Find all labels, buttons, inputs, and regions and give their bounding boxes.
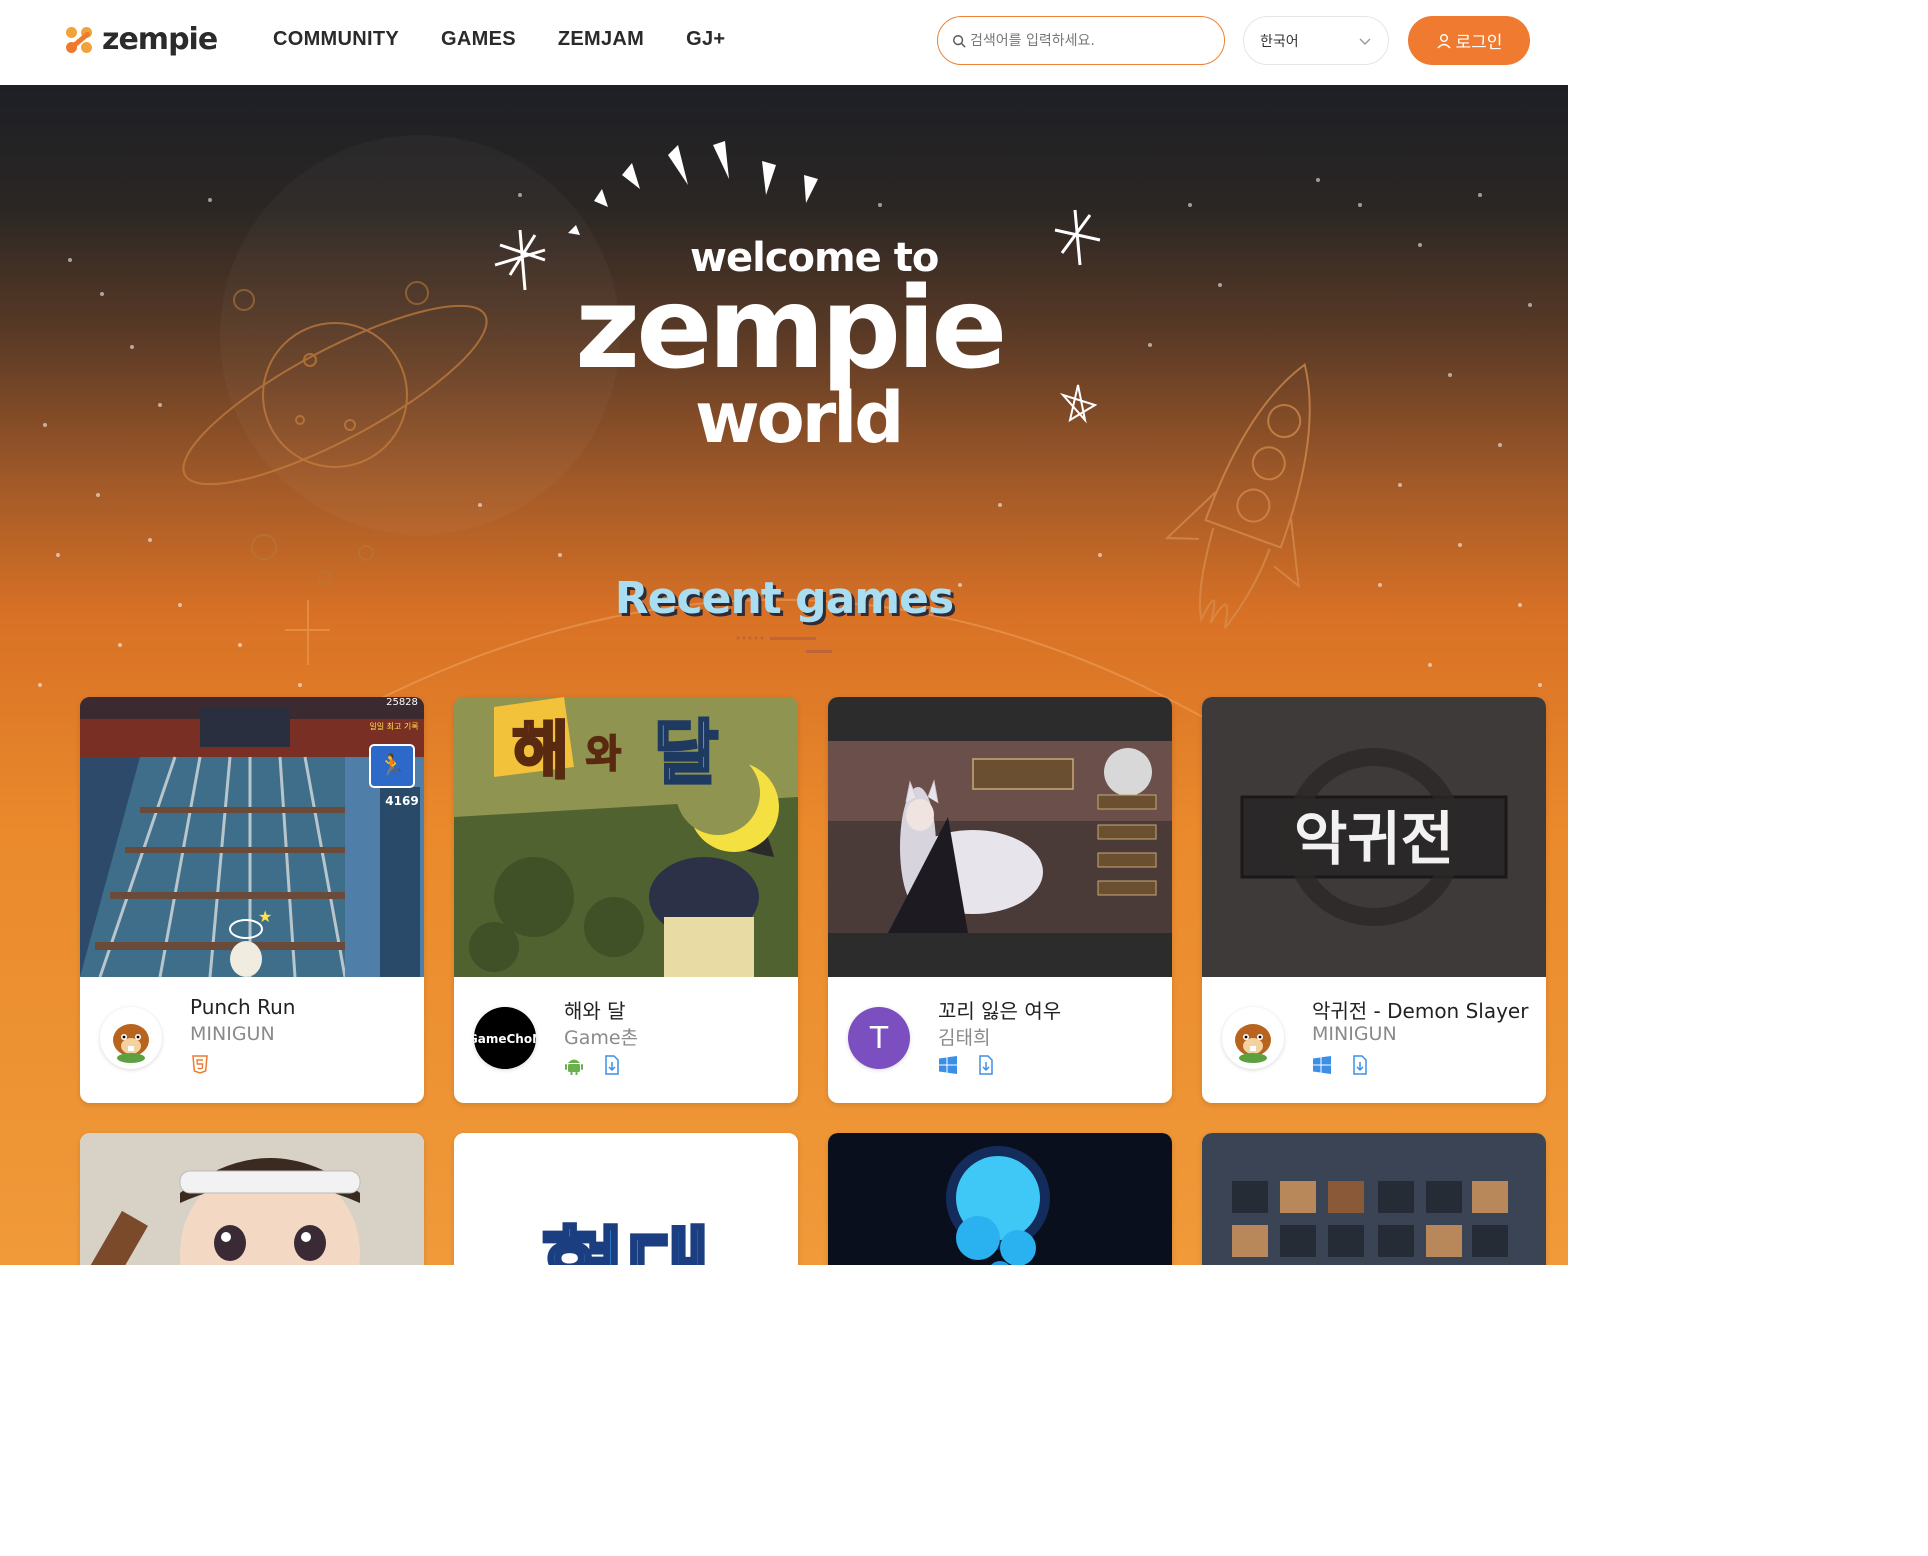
- game-thumbnail[interactable]: 🏃 25828 일일 최고 기록 4169 ★: [80, 697, 424, 977]
- game-card-row2-2[interactable]: 혈대: [454, 1133, 798, 1265]
- zempie-logo-icon: [64, 25, 94, 55]
- zempie-logo[interactable]: zempie: [64, 22, 218, 57]
- gamechon-avatar-icon: GameChoN: [474, 1007, 536, 1069]
- svg-text:🏃: 🏃: [378, 753, 405, 779]
- top-header: zempie COMMUNITY GAMES ZEMJAM GJ+ 한국어 로그…: [0, 0, 1568, 85]
- game-title[interactable]: 꼬리 잃은 여우: [938, 995, 1061, 1024]
- nav-games[interactable]: GAMES: [441, 28, 516, 51]
- developer-avatar[interactable]: [100, 1007, 162, 1069]
- developer-avatar[interactable]: T: [848, 1007, 910, 1069]
- game-card-tailless-fox[interactable]: T 꼬리 잃은 여우 김태희: [828, 697, 1172, 1103]
- svg-text:달: 달: [654, 712, 718, 794]
- hyeoldae-thumbnail-art: 혈대: [454, 1133, 798, 1265]
- tailless-fox-thumbnail-art: [828, 697, 1172, 977]
- game-title[interactable]: 악귀전 - Demon Slayer: [1312, 995, 1528, 1024]
- download-icon: [605, 1055, 619, 1075]
- demon-slayer-thumbnail-art: 악귀전: [1202, 697, 1546, 977]
- game-title[interactable]: 해와 달: [564, 995, 626, 1024]
- svg-text:해: 해: [512, 714, 569, 787]
- nav-zemjam[interactable]: ZEMJAM: [558, 28, 644, 51]
- game-author[interactable]: 김태희: [938, 1023, 990, 1050]
- game-author[interactable]: MINIGUN: [190, 1023, 275, 1045]
- title-underline-decoration: [736, 636, 832, 653]
- search-icon: [953, 34, 966, 48]
- game-thumbnail[interactable]: [828, 1133, 1172, 1265]
- game-title[interactable]: Punch Run: [190, 995, 295, 1019]
- svg-text:혈대: 혈대: [541, 1218, 710, 1265]
- blue-orb-thumbnail-art: [828, 1133, 1172, 1265]
- login-label: 로그인: [1455, 33, 1503, 53]
- beaver-avatar-icon: [1235, 1024, 1271, 1063]
- download-icon: [1353, 1055, 1367, 1075]
- game-card-demon-slayer[interactable]: 악귀전 악귀전 - Demon Slayer MINIGUN: [1202, 697, 1546, 1103]
- html5-icon: [192, 1055, 208, 1074]
- game-card-row2-3[interactable]: [828, 1133, 1172, 1265]
- windows-icon: [939, 1056, 957, 1074]
- game-author[interactable]: MINIGUN: [1312, 1023, 1397, 1045]
- svg-text:일일 최고 기록: 일일 최고 기록: [369, 721, 418, 731]
- nav-gj-plus[interactable]: GJ+: [686, 28, 725, 51]
- game-card-punch-run[interactable]: 🏃 25828 일일 최고 기록 4169 ★ Punch Run MINIGU…: [80, 697, 424, 1103]
- beaver-avatar-icon: [113, 1024, 149, 1063]
- game-thumbnail[interactable]: [828, 697, 1172, 977]
- platform-list: [1312, 1055, 1370, 1075]
- punch-run-thumbnail-art: 🏃 25828 일일 최고 기록 4169 ★: [80, 697, 424, 977]
- svg-text:악귀전: 악귀전: [1294, 805, 1454, 873]
- search-input[interactable]: [970, 32, 1210, 49]
- android-icon: [565, 1059, 583, 1075]
- svg-text:4169: 4169: [385, 794, 418, 808]
- chevron-down-icon: [1359, 38, 1371, 45]
- windows-icon: [1313, 1056, 1331, 1074]
- hero-banner: welcome to zempie world Recent games 🏃 2…: [0, 85, 1568, 1265]
- user-icon: [1436, 33, 1451, 48]
- svg-text:★: ★: [258, 909, 272, 926]
- game-thumbnail[interactable]: [1202, 1133, 1546, 1265]
- login-button[interactable]: 로그인: [1408, 16, 1530, 65]
- game-info: T 꼬리 잃은 여우 김태희: [828, 977, 1172, 1103]
- platform-list: [938, 1055, 996, 1075]
- game-card-row2-1[interactable]: [80, 1133, 424, 1265]
- platform-list: [190, 1055, 210, 1075]
- game-info: GameChoN 해와 달 Game촌: [454, 977, 798, 1103]
- hero-zempie-text: zempie: [575, 264, 1007, 394]
- sun-and-moon-thumbnail-art: 해 와 달: [454, 697, 798, 977]
- game-thumbnail[interactable]: 악귀전: [1202, 697, 1546, 977]
- logo-text: zempie: [102, 22, 218, 57]
- language-value: 한국어: [1260, 33, 1299, 50]
- game-info: Punch Run MINIGUN: [80, 977, 424, 1103]
- svg-text:와: 와: [586, 732, 621, 776]
- developer-avatar[interactable]: [1222, 1007, 1284, 1069]
- avatar-letter: T: [869, 1020, 889, 1056]
- game-info: 악귀전 - Demon Slayer MINIGUN: [1202, 977, 1546, 1103]
- main-nav: COMMUNITY GAMES ZEMJAM GJ+: [273, 28, 725, 51]
- game-card-row2-4[interactable]: [1202, 1133, 1546, 1265]
- download-icon: [979, 1055, 993, 1075]
- svg-text:25828: 25828: [386, 697, 418, 708]
- game-author[interactable]: Game촌: [564, 1023, 638, 1050]
- developer-avatar[interactable]: GameChoN: [474, 1007, 536, 1069]
- platform-list: [564, 1055, 622, 1075]
- game-card-sun-and-moon[interactable]: 해 와 달 GameChoN 해와 달 Game촌: [454, 697, 798, 1103]
- svg-text:GameChoN: GameChoN: [474, 1032, 536, 1046]
- game-thumbnail[interactable]: 혈대: [454, 1133, 798, 1265]
- game-thumbnail[interactable]: [80, 1133, 424, 1265]
- language-select[interactable]: 한국어: [1243, 16, 1389, 65]
- search-box[interactable]: [937, 16, 1225, 65]
- nav-community[interactable]: COMMUNITY: [273, 28, 399, 51]
- tile-grid-thumbnail-art: [1202, 1133, 1546, 1265]
- recent-games-title: Recent games: [614, 573, 954, 624]
- character-thumbnail-art: [80, 1133, 424, 1265]
- game-thumbnail[interactable]: 해 와 달: [454, 697, 798, 977]
- hero-world-text: world: [695, 377, 904, 459]
